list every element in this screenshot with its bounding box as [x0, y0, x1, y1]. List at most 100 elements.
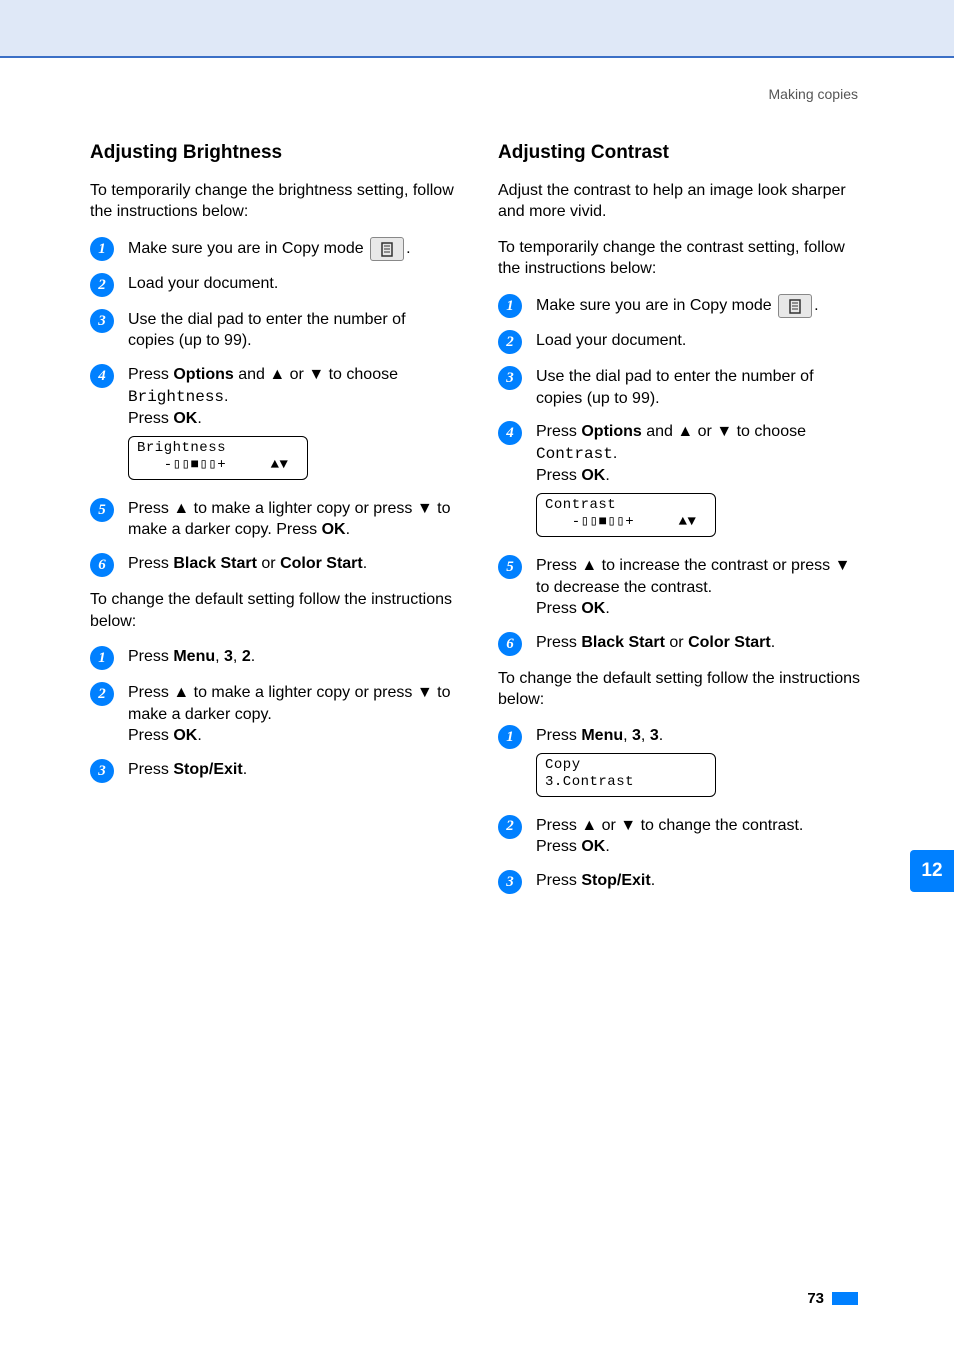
- step-body: Press Stop/Exit.: [128, 759, 456, 781]
- text: Press: [128, 555, 173, 572]
- text: .: [363, 555, 367, 572]
- heading-brightness: Adjusting Brightness: [90, 140, 456, 166]
- step-number-icon: 3: [498, 366, 522, 390]
- text: Press: [536, 727, 581, 744]
- step-body: Press Menu, 3, 3. Copy 3.Contrast: [536, 725, 864, 803]
- intro-text: To temporarily change the contrast setti…: [498, 237, 864, 280]
- text: or: [257, 555, 280, 572]
- text: Press ▲ or ▼ to change the contrast.: [536, 817, 803, 834]
- text: ,: [215, 648, 224, 665]
- text: Press: [536, 600, 581, 617]
- page-number: 73: [807, 1290, 824, 1307]
- menu-option: Brightness: [128, 388, 224, 406]
- button-label: OK: [581, 600, 605, 617]
- text: Make sure you are in Copy mode: [536, 297, 776, 314]
- button-label: Stop/Exit: [173, 761, 242, 778]
- text: and ▲ or ▼ to choose: [234, 366, 398, 383]
- step-body: Press Menu, 3, 2.: [128, 646, 456, 668]
- step: 3 Use the dial pad to enter the number o…: [90, 309, 456, 352]
- left-column: Adjusting Brightness To temporarily chan…: [90, 140, 456, 906]
- step-body: Use the dial pad to enter the number of …: [536, 366, 864, 409]
- text: Press: [128, 366, 173, 383]
- step-number-icon: 5: [498, 555, 522, 579]
- button-label: Menu: [581, 727, 623, 744]
- text: .: [613, 445, 617, 462]
- text: ,: [641, 727, 650, 744]
- lcd-display: Copy 3.Contrast: [536, 753, 716, 797]
- text: Press: [536, 423, 581, 440]
- right-column: Adjusting Contrast Adjust the contrast t…: [498, 140, 864, 906]
- lcd-display: Brightness -▯▯■▯▯+ ▲▼: [128, 436, 308, 480]
- step-number-icon: 2: [90, 273, 114, 297]
- step-body: Press Stop/Exit.: [536, 870, 864, 892]
- button-label: 3: [632, 727, 641, 744]
- step: 5 Press ▲ to make a lighter copy or pres…: [90, 498, 456, 541]
- button-label: 3: [224, 648, 233, 665]
- step-body: Press Black Start or Color Start.: [536, 632, 864, 654]
- button-label: 3: [650, 727, 659, 744]
- text: .: [651, 872, 655, 889]
- step-body: Press Black Start or Color Start.: [128, 553, 456, 575]
- button-label: Options: [173, 366, 233, 383]
- step: 1 Make sure you are in Copy mode .: [90, 237, 456, 261]
- text: .: [346, 521, 350, 538]
- lcd-line: Brightness: [137, 440, 226, 456]
- step-number-icon: 2: [90, 682, 114, 706]
- button-label: OK: [581, 467, 605, 484]
- lcd-line: Copy: [545, 757, 581, 773]
- text: Press: [128, 410, 173, 427]
- step: 2 Press ▲ to make a lighter copy or pres…: [90, 682, 456, 747]
- button-label: Black Start: [581, 634, 665, 651]
- content-area: Adjusting Brightness To temporarily chan…: [90, 140, 864, 906]
- text: Press: [536, 634, 581, 651]
- lcd-line: 3.Contrast: [545, 774, 634, 790]
- button-label: OK: [581, 838, 605, 855]
- text: .: [251, 648, 255, 665]
- button-label: 2: [242, 648, 251, 665]
- step-number-icon: 1: [498, 294, 522, 318]
- step-number-icon: 5: [90, 498, 114, 522]
- step-body: Press ▲ to make a lighter copy or press …: [128, 682, 456, 747]
- lcd-line: -▯▯■▯▯+ ▲▼: [545, 514, 696, 530]
- button-label: OK: [173, 727, 197, 744]
- text: Press: [536, 838, 581, 855]
- text: .: [814, 297, 818, 314]
- step-number-icon: 4: [90, 364, 114, 388]
- step: 1 Press Menu, 3, 2.: [90, 646, 456, 670]
- step: 3 Press Stop/Exit.: [90, 759, 456, 783]
- step-body: Press ▲ or ▼ to change the contrast. Pre…: [536, 815, 864, 858]
- text: ,: [623, 727, 632, 744]
- step-body: Load your document.: [128, 273, 456, 295]
- lcd-line: Contrast: [545, 497, 616, 513]
- step-number-icon: 2: [498, 330, 522, 354]
- text: .: [197, 727, 201, 744]
- text: .: [406, 240, 410, 257]
- intro-text: Adjust the contrast to help an image loo…: [498, 180, 864, 223]
- step-body: Load your document.: [536, 330, 864, 352]
- lcd-display: Contrast -▯▯■▯▯+ ▲▼: [536, 493, 716, 537]
- copy-mode-icon: [778, 294, 812, 318]
- step: 6 Press Black Start or Color Start.: [90, 553, 456, 577]
- text: .: [243, 761, 247, 778]
- text: .: [605, 838, 609, 855]
- step-number-icon: 6: [498, 632, 522, 656]
- step-number-icon: 3: [90, 759, 114, 783]
- footer-bar-icon: [832, 1292, 858, 1305]
- button-label: OK: [322, 521, 346, 538]
- step-number-icon: 1: [498, 725, 522, 749]
- step: 1 Press Menu, 3, 3. Copy 3.Contrast: [498, 725, 864, 803]
- step-body: Use the dial pad to enter the number of …: [128, 309, 456, 352]
- step-body: Press ▲ to make a lighter copy or press …: [128, 498, 456, 541]
- step-body: Press ▲ to increase the contrast or pres…: [536, 555, 864, 620]
- step: 2 Press ▲ or ▼ to change the contrast. P…: [498, 815, 864, 858]
- step-number-icon: 3: [90, 309, 114, 333]
- heading-contrast: Adjusting Contrast: [498, 140, 864, 166]
- text: Press ▲ to increase the contrast or pres…: [536, 557, 850, 596]
- text: .: [771, 634, 775, 651]
- step-number-icon: 1: [90, 237, 114, 261]
- text: and ▲ or ▼ to choose: [642, 423, 806, 440]
- text: Press: [536, 467, 581, 484]
- text: Make sure you are in Copy mode: [128, 240, 368, 257]
- menu-option: Contrast: [536, 445, 613, 463]
- text: .: [224, 388, 228, 405]
